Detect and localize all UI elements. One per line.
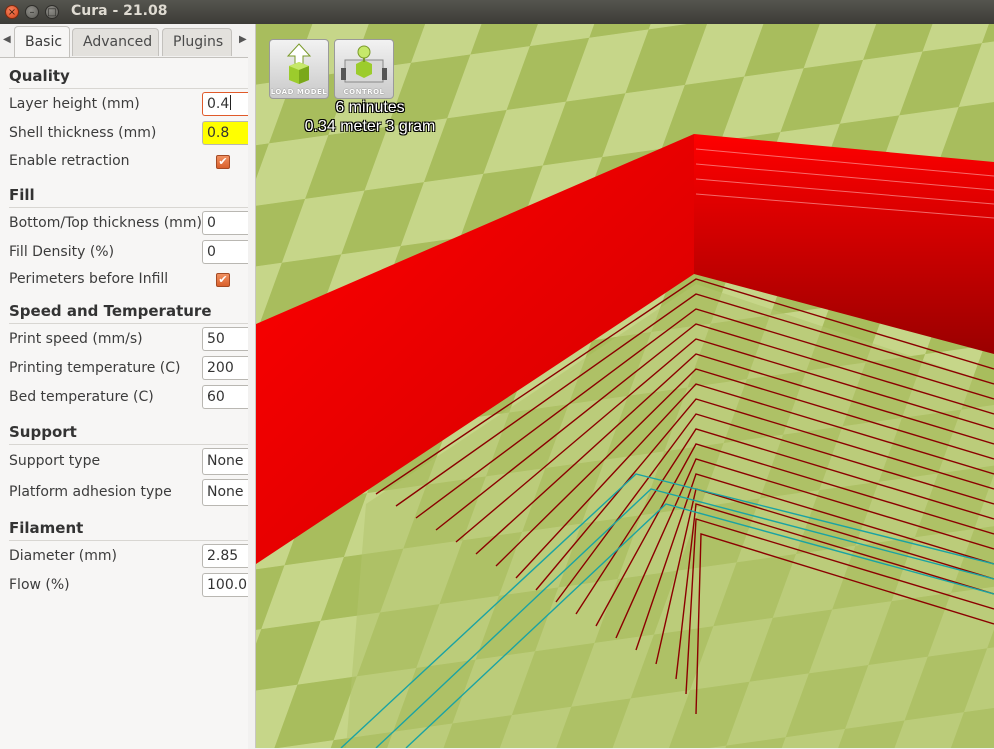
close-window-button[interactable]: × (5, 5, 19, 19)
flow-input[interactable]: 100.0 (202, 573, 248, 597)
flow-label: Flow (%) (9, 577, 70, 593)
support-type-select[interactable]: None (202, 448, 248, 475)
minimize-window-button[interactable]: – (25, 5, 39, 19)
section-filament-title: Filament (9, 519, 84, 537)
support-type-label: Support type (9, 453, 101, 469)
print-speed-input[interactable]: 50 (202, 327, 248, 351)
platform-adhesion-select[interactable]: None (202, 479, 248, 506)
printing-temperature-label: Printing temperature (C) (9, 360, 181, 376)
tab-scroll-left-icon[interactable]: ◀ (3, 34, 11, 45)
bed-temperature-input[interactable]: 60 (202, 385, 248, 409)
section-speed-title: Speed and Temperature (9, 302, 212, 320)
3d-viewport[interactable]: LOAD MODEL CONTROL 6 minutes 0.34 meter … (256, 24, 994, 748)
divider (9, 88, 248, 89)
print-time-text: 6 minutes (335, 99, 405, 116)
shell-thickness-input[interactable]: 0.8 (202, 121, 248, 145)
fill-density-label: Fill Density (%) (9, 244, 115, 260)
fill-density-input[interactable]: 0 (202, 240, 248, 264)
tab-bar: ◀ Basic Advanced Plugins ▶ (0, 24, 255, 57)
shell-thickness-label: Shell thickness (mm) (9, 125, 157, 141)
material-usage-text: 0.34 meter 3 gram (304, 118, 436, 135)
tab-plugins[interactable]: Plugins (162, 28, 232, 56)
section-support-title: Support (9, 423, 77, 441)
control-caption: CONTROL (343, 88, 385, 96)
retraction-checkbox[interactable]: ✔ (216, 155, 230, 169)
settings-panel: ◀ Basic Advanced Plugins ▶ Quality Layer… (0, 24, 256, 749)
retraction-label: Enable retraction (9, 153, 130, 169)
section-fill-title: Fill (9, 186, 35, 204)
divider (9, 540, 248, 541)
diameter-label: Diameter (mm) (9, 548, 118, 564)
tab-scroll-right-icon[interactable]: ▶ (239, 34, 247, 45)
load-model-button[interactable]: LOAD MODEL (269, 39, 329, 99)
section-quality-title: Quality (9, 67, 70, 85)
bottom-top-thickness-input[interactable]: 0 (202, 211, 248, 235)
perimeters-before-infill-label: Perimeters before Infill (9, 271, 169, 287)
print-speed-label: Print speed (mm/s) (9, 331, 143, 347)
tab-basic[interactable]: Basic (14, 26, 70, 57)
load-model-icon (286, 43, 312, 84)
window-title: Cura - 21.08 (71, 3, 168, 19)
divider (9, 207, 248, 208)
layer-height-label: Layer height (mm) (9, 96, 140, 112)
divider (9, 323, 248, 324)
bed-temperature-label: Bed temperature (C) (9, 389, 154, 405)
maximize-window-button[interactable]: □ (45, 5, 59, 19)
bottom-top-thickness-label: Bottom/Top thickness (mm) (9, 215, 202, 231)
load-model-caption: LOAD MODEL (270, 88, 328, 96)
diameter-input[interactable]: 2.85 (202, 544, 248, 568)
tab-advanced[interactable]: Advanced (72, 28, 159, 56)
control-icon (341, 45, 387, 83)
control-button[interactable]: CONTROL (334, 39, 394, 99)
window-titlebar: × – □ Cura - 21.08 (0, 0, 994, 24)
basic-settings: Quality Layer height (mm) 0.4 Shell thic… (0, 57, 248, 749)
perimeters-before-infill-checkbox[interactable]: ✔ (216, 273, 230, 287)
platform-adhesion-label: Platform adhesion type (9, 484, 172, 500)
layer-height-input[interactable]: 0.4 (202, 92, 248, 116)
printing-temperature-input[interactable]: 200 (202, 356, 248, 380)
divider (9, 444, 248, 445)
